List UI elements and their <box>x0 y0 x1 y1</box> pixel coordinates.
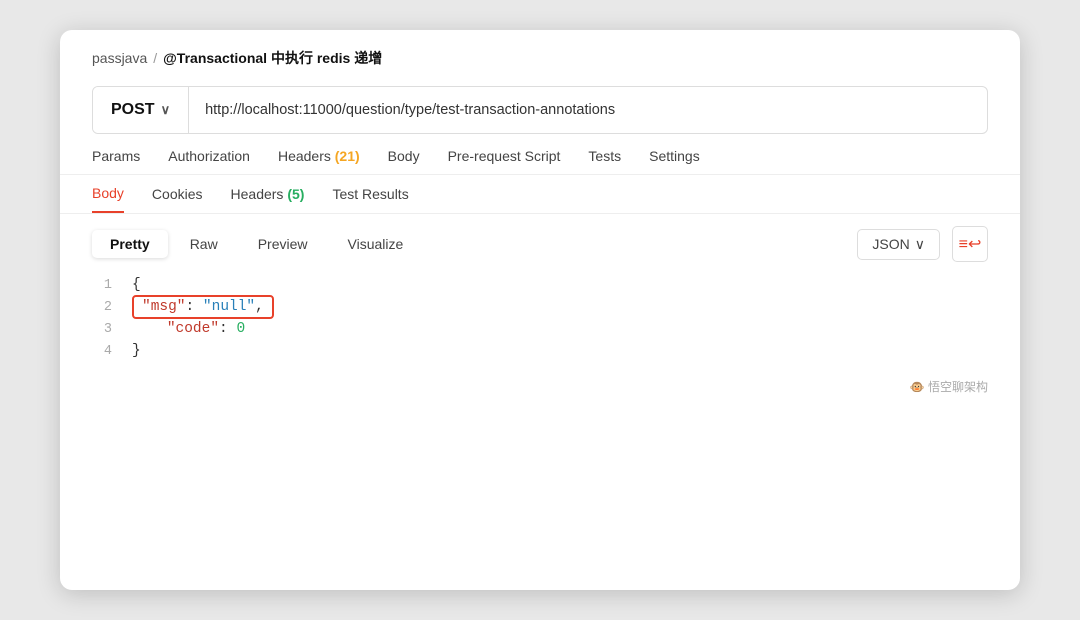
code-line-4: 4 } <box>92 340 988 362</box>
code-area: 1 { 2 "msg": "null", 3 "code": 0 4 <box>60 274 1020 362</box>
method-label: POST <box>111 101 155 119</box>
tab-settings[interactable]: Settings <box>649 148 700 174</box>
line-number-4: 4 <box>92 344 112 359</box>
format-raw[interactable]: Raw <box>172 230 236 258</box>
tab-headers[interactable]: Headers (21) <box>278 148 360 174</box>
tab-body[interactable]: Body <box>388 148 420 174</box>
watermark-text: 🐵 悟空聊架构 <box>910 380 988 394</box>
line-number-2: 2 <box>92 300 112 315</box>
line-number-1: 1 <box>92 278 112 293</box>
response-headers-badge: (5) <box>287 186 304 202</box>
headers-badge: (21) <box>335 148 360 164</box>
breadcrumb-separator: / <box>153 50 157 66</box>
response-tab-headers[interactable]: Headers (5) <box>231 176 305 212</box>
tab-tests[interactable]: Tests <box>588 148 621 174</box>
url-input[interactable] <box>189 102 987 118</box>
code-content-2: "msg": "null", <box>132 299 274 315</box>
code-line-3: 3 "code": 0 <box>92 318 988 340</box>
format-visualize[interactable]: Visualize <box>330 230 422 258</box>
method-chevron: ∨ <box>161 102 171 118</box>
url-bar: POST ∨ <box>92 86 988 134</box>
wrap-toggle[interactable]: ≡↩ <box>952 226 988 262</box>
method-selector[interactable]: POST ∨ <box>93 87 189 133</box>
json-type-selector[interactable]: JSON ∨ <box>857 229 940 260</box>
code-content-4: } <box>132 343 141 359</box>
code-content-1: { <box>132 277 141 293</box>
highlighted-code-block: "msg": "null", <box>132 295 274 319</box>
tab-params[interactable]: Params <box>92 148 140 174</box>
wrap-icon: ≡↩ <box>959 234 982 254</box>
response-tab-body[interactable]: Body <box>92 175 124 213</box>
code-line-1: 1 { <box>92 274 988 296</box>
format-bar: Pretty Raw Preview Visualize JSON ∨ ≡↩ <box>60 214 1020 274</box>
response-tab-test-results[interactable]: Test Results <box>332 176 408 212</box>
tab-prerequest[interactable]: Pre-request Script <box>448 148 561 174</box>
json-selector-label: JSON <box>872 236 909 252</box>
watermark: 🐵 悟空聊架构 <box>60 362 1020 395</box>
main-card: passjava / @Transactional 中执行 redis 递增 P… <box>60 30 1020 590</box>
response-tabs-row: Body Cookies Headers (5) Test Results <box>60 175 1020 214</box>
tab-authorization[interactable]: Authorization <box>168 148 250 174</box>
top-tabs-row: Params Authorization Headers (21) Body P… <box>60 148 1020 175</box>
json-selector-chevron: ∨ <box>915 236 925 253</box>
breadcrumb-link[interactable]: passjava <box>92 50 147 66</box>
response-tab-cookies[interactable]: Cookies <box>152 176 203 212</box>
breadcrumb: passjava / @Transactional 中执行 redis 递增 <box>60 30 1020 78</box>
code-content-3: "code": 0 <box>132 321 245 337</box>
breadcrumb-title: @Transactional 中执行 redis 递增 <box>163 48 382 68</box>
line-number-3: 3 <box>92 322 112 337</box>
format-pretty[interactable]: Pretty <box>92 230 168 258</box>
code-line-2: 2 "msg": "null", <box>92 296 988 318</box>
format-preview[interactable]: Preview <box>240 230 326 258</box>
